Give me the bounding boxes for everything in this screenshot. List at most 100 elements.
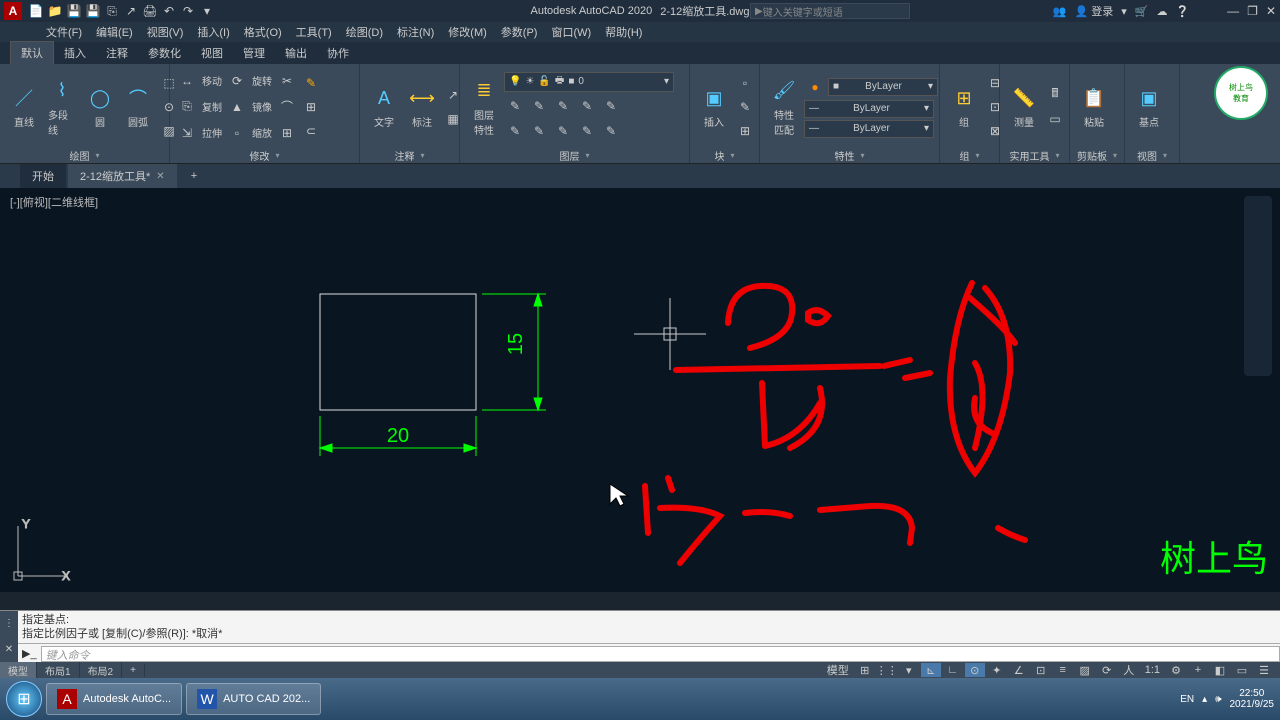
menu-window[interactable]: 窗口(W) [545,22,597,42]
start-button[interactable]: ⊞ [6,681,42,717]
sb-otrack-icon[interactable]: ∠ [1009,663,1029,677]
scale-icon[interactable]: ▫ [226,122,248,144]
menu-tools[interactable]: 工具(T) [290,22,338,42]
ribbon-tab-insert[interactable]: 插入 [54,42,96,64]
offset-icon[interactable]: ⊂ [300,120,322,142]
paste-button[interactable]: 📋粘贴 [1076,82,1112,131]
rotate-label[interactable]: 旋转 [250,73,274,88]
ribbon-tab-view[interactable]: 视图 [191,42,233,64]
doctab-start[interactable]: 开始 [20,164,66,188]
doctab-file[interactable]: 2-12缩放工具*✕ [68,164,177,188]
layer-btn-9[interactable]: ✎ [576,120,598,142]
panel-layer-title[interactable]: 图层 [466,147,683,163]
command-input[interactable]: 键入命令 [41,646,1280,662]
erase-icon[interactable]: ✎ [300,72,322,94]
panel-block-title[interactable]: 块 [696,147,753,163]
search-input[interactable]: ▶ 键入关键字或短语 [750,3,910,19]
layer-btn-4[interactable]: ✎ [576,95,598,117]
signin-label[interactable]: 👤 登录 [1074,3,1113,19]
copy-label[interactable]: 复制 [200,99,224,114]
group-button[interactable]: ⊞组 [946,82,982,131]
panel-view-title[interactable]: 视图 [1131,147,1173,163]
matchprop-button[interactable]: 🖌特性 匹配 [766,75,802,139]
insert-button[interactable]: ▣插入 [696,82,732,131]
polyline-button[interactable]: ⌇多段线 [44,75,80,139]
sb-osnap-icon[interactable]: ⊙ [965,663,985,677]
exchange-icon[interactable]: ▾ [1121,5,1127,18]
line-button[interactable]: ／直线 [6,82,42,131]
cart-icon[interactable]: 🛒 [1135,5,1149,18]
sb-ortho-icon[interactable]: ⊾ [921,663,941,677]
taskbar-app-word[interactable]: WAUTO CAD 202... [186,683,321,715]
lineweight-combo[interactable]: —ByLayer▾ [804,100,934,118]
maximize-button[interactable]: ❐ [1247,4,1258,18]
doctab-close-icon[interactable]: ✕ [156,171,164,182]
ribbon-tab-output[interactable]: 输出 [275,42,317,64]
command-window[interactable]: ⋮✕ 指定基点: 指定比例因子或 [复制(C)/参照(R)]: *取消* ▶_ … [0,610,1280,662]
fillet-icon[interactable]: ⌒ [276,96,298,118]
baseview-button[interactable]: ▣基点 [1131,82,1167,131]
a360-icon[interactable]: ☁ [1156,5,1167,18]
sb-grid-icon[interactable]: ⊞ [855,663,875,677]
panel-util-title[interactable]: 实用工具 [1006,147,1063,163]
qat-redo-icon[interactable]: ↷ [180,3,196,19]
cmd-handle[interactable]: ⋮✕ [0,611,18,662]
attr-block-icon[interactable]: ⊞ [734,120,756,142]
menu-draw[interactable]: 绘图(D) [340,22,389,42]
sb-dyn-icon[interactable]: ⊡ [1031,663,1051,677]
layer-btn-6[interactable]: ✎ [504,120,526,142]
array-icon[interactable]: ⊞ [276,122,298,144]
menu-modify[interactable]: 修改(M) [442,22,493,42]
panel-modify-title[interactable]: 修改 [176,147,353,163]
layer-btn-2[interactable]: ✎ [528,95,550,117]
qat-saveas-icon[interactable]: 💾 [85,3,101,19]
text-button[interactable]: A文字 [366,82,402,131]
ucs-icon[interactable]: Y X [14,517,70,583]
rectangle-object[interactable] [320,294,476,410]
explode-icon[interactable]: ⊞ [300,96,322,118]
menu-view[interactable]: 视图(V) [141,22,190,42]
sb-lw-icon[interactable]: ≡ [1053,663,1073,677]
dimension-width[interactable]: 20 [320,416,476,456]
layout-tab-model[interactable]: 模型 [0,662,37,679]
layerprop-button[interactable]: ≣图层 特性 [466,75,502,139]
ribbon-tab-manage[interactable]: 管理 [233,42,275,64]
sb-annoscale-icon[interactable]: 人 [1119,663,1139,677]
color-combo[interactable]: ■ByLayer▾ [828,78,938,96]
menu-insert[interactable]: 插入(I) [191,22,235,42]
menu-dimension[interactable]: 标注(N) [391,22,440,42]
menu-help[interactable]: 帮助(H) [599,22,648,42]
move-label[interactable]: 移动 [200,73,224,88]
mirror-icon[interactable]: ▲ [226,96,248,118]
arc-button[interactable]: ⌒圆弧 [120,82,156,131]
dimension-height[interactable]: 15 [482,294,546,410]
layer-btn-3[interactable]: ✎ [552,95,574,117]
stretch-icon[interactable]: ⇲ [176,122,198,144]
close-button[interactable]: ✕ [1266,4,1276,18]
ribbon-tab-annotate[interactable]: 注释 [96,42,138,64]
sb-plus-icon[interactable]: + [1188,663,1208,677]
app-logo[interactable]: A [4,2,22,20]
layer-btn-10[interactable]: ✎ [600,120,622,142]
qat-print-icon[interactable]: 🖨 [142,3,158,19]
rotate-icon[interactable]: ⟳ [226,70,248,92]
linetype-combo[interactable]: —ByLayer▾ [804,120,934,138]
trim-icon[interactable]: ✂ [276,70,298,92]
panel-props-title[interactable]: 特性 [766,147,933,163]
help-icon[interactable]: ❔ [1175,5,1189,18]
qat-new-icon[interactable]: 📄 [28,3,44,19]
layout-tab-2[interactable]: 布局2 [80,662,123,679]
select-icon[interactable]: ▭ [1044,108,1066,130]
scale-label[interactable]: 缩放 [250,125,274,140]
system-tray[interactable]: EN ▴ 🕪 22:50 2021/9/25 [1180,688,1274,710]
sb-trans-icon[interactable]: ▨ [1075,663,1095,677]
qat-more-icon[interactable]: ▾ [199,3,215,19]
menu-parametric[interactable]: 参数(P) [495,22,544,42]
doctab-new[interactable]: + [179,166,209,186]
tray-flag-icon[interactable]: ▴ [1202,694,1207,705]
qat-undo-icon[interactable]: ↶ [161,3,177,19]
ribbon-tab-default[interactable]: 默认 [10,41,54,64]
qat-open-icon[interactable]: 📁 [47,3,63,19]
sb-cycle-icon[interactable]: ⟳ [1097,663,1117,677]
drawing-viewport[interactable]: [-][俯视][二维线框] 20 15 [0,188,1280,592]
